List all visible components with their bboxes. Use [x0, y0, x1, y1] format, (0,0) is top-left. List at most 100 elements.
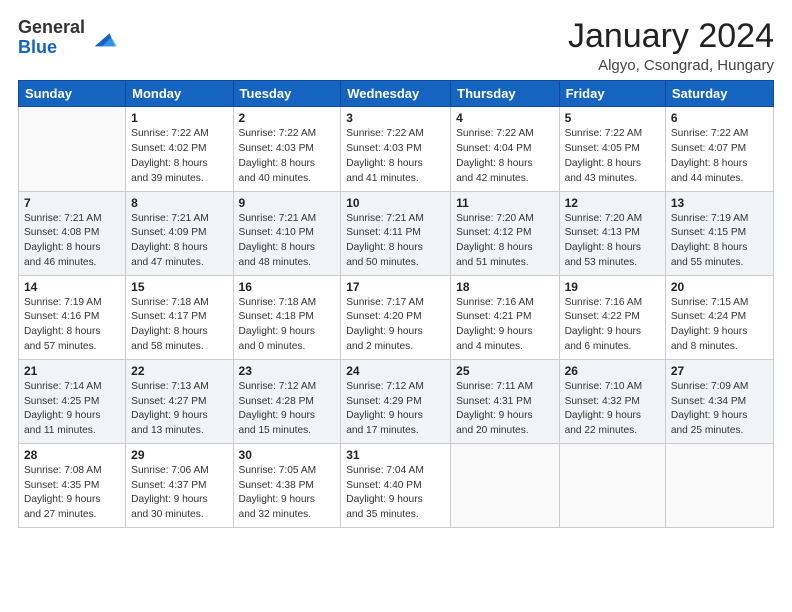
calendar-cell-w3-d2: 16Sunrise: 7:18 AMSunset: 4:18 PMDayligh… — [233, 275, 341, 359]
day-info: Sunrise: 7:16 AMSunset: 4:21 PMDaylight:… — [456, 296, 553, 355]
day-info: Sunrise: 7:21 AMSunset: 4:09 PMDaylight:… — [131, 212, 227, 271]
calendar-cell-w5-d5 — [559, 443, 665, 527]
day-number: 4 — [456, 111, 553, 125]
day-info: Sunrise: 7:18 AMSunset: 4:18 PMDaylight:… — [239, 296, 336, 355]
logo: General Blue — [18, 18, 117, 58]
calendar-cell-w3-d6: 20Sunrise: 7:15 AMSunset: 4:24 PMDayligh… — [665, 275, 773, 359]
day-info: Sunrise: 7:21 AMSunset: 4:10 PMDaylight:… — [239, 212, 336, 271]
calendar-cell-w5-d4 — [451, 443, 559, 527]
calendar-cell-w2-d2: 9 Sunrise: 7:21 AMSunset: 4:10 PMDaylight… — [233, 191, 341, 275]
day-info: Sunrise: 7:22 AMSunset: 4:03 PMDaylight:… — [239, 127, 336, 186]
calendar-cell-w2-d6: 13 Sunrise: 7:19 AMSunset: 4:15 PMDayligh… — [665, 191, 773, 275]
day-info: Sunrise: 7:14 AMSunset: 4:25 PMDaylight:… — [24, 380, 120, 439]
calendar-cell-w1-d0 — [19, 107, 126, 191]
day-number: 25 — [456, 364, 553, 378]
calendar-cell-w2-d1: 8 Sunrise: 7:21 AMSunset: 4:09 PMDaylight… — [126, 191, 233, 275]
calendar-cell-w1-d4: 4 Sunrise: 7:22 AMSunset: 4:04 PMDaylight… — [451, 107, 559, 191]
calendar-cell-w4-d1: 22Sunrise: 7:13 AMSunset: 4:27 PMDayligh… — [126, 359, 233, 443]
calendar-cell-w1-d3: 3Sunrise: 7:22 AMSunset: 4:03 PMDaylight… — [341, 107, 451, 191]
day-number: 29 — [131, 448, 227, 462]
day-info: Sunrise: 7:22 AMSunset: 4:04 PMDaylight:… — [456, 127, 553, 186]
calendar-cell-w3-d5: 19Sunrise: 7:16 AMSunset: 4:22 PMDayligh… — [559, 275, 665, 359]
logo-icon — [89, 24, 117, 52]
day-info: Sunrise: 7:16 AMSunset: 4:22 PMDaylight:… — [565, 296, 660, 355]
calendar-cell-w5-d3: 31 Sunrise: 7:04 AMSunset: 4:40 PMDayligh… — [341, 443, 451, 527]
day-info: Sunrise: 7:12 AMSunset: 4:28 PMDaylight:… — [239, 380, 336, 439]
week-row-1: 1 Sunrise: 7:22 AMSunset: 4:02 PMDaylight… — [19, 107, 774, 191]
day-info: Sunrise: 7:10 AMSunset: 4:32 PMDaylight:… — [565, 380, 660, 439]
location-subtitle: Algyo, Csongrad, Hungary — [568, 57, 774, 74]
day-number: 26 — [565, 364, 660, 378]
calendar-cell-w4-d2: 23 Sunrise: 7:12 AMSunset: 4:28 PMDayligh… — [233, 359, 341, 443]
header-thursday: Thursday — [451, 81, 559, 107]
day-number: 1 — [131, 111, 227, 125]
day-number: 22 — [131, 364, 227, 378]
calendar-cell-w3-d0: 14Sunrise: 7:19 AMSunset: 4:16 PMDayligh… — [19, 275, 126, 359]
day-info: Sunrise: 7:22 AMSunset: 4:07 PMDaylight:… — [671, 127, 768, 186]
day-number: 7 — [24, 196, 120, 210]
day-info: Sunrise: 7:17 AMSunset: 4:20 PMDaylight:… — [346, 296, 445, 355]
calendar-cell-w2-d3: 10Sunrise: 7:21 AMSunset: 4:11 PMDayligh… — [341, 191, 451, 275]
day-info: Sunrise: 7:20 AMSunset: 4:13 PMDaylight:… — [565, 212, 660, 271]
day-number: 24 — [346, 364, 445, 378]
calendar-cell-w1-d6: 6 Sunrise: 7:22 AMSunset: 4:07 PMDaylight… — [665, 107, 773, 191]
header-wednesday: Wednesday — [341, 81, 451, 107]
calendar-cell-w3-d4: 18 Sunrise: 7:16 AMSunset: 4:21 PMDayligh… — [451, 275, 559, 359]
day-info: Sunrise: 7:22 AMSunset: 4:05 PMDaylight:… — [565, 127, 660, 186]
day-info: Sunrise: 7:20 AMSunset: 4:12 PMDaylight:… — [456, 212, 553, 271]
day-info: Sunrise: 7:09 AMSunset: 4:34 PMDaylight:… — [671, 380, 768, 439]
day-number: 27 — [671, 364, 768, 378]
day-number: 8 — [131, 196, 227, 210]
week-row-2: 7Sunrise: 7:21 AMSunset: 4:08 PMDaylight… — [19, 191, 774, 275]
day-number: 2 — [239, 111, 336, 125]
calendar-cell-w3-d1: 15Sunrise: 7:18 AMSunset: 4:17 PMDayligh… — [126, 275, 233, 359]
day-info: Sunrise: 7:18 AMSunset: 4:17 PMDaylight:… — [131, 296, 227, 355]
day-info: Sunrise: 7:22 AMSunset: 4:02 PMDaylight:… — [131, 127, 227, 186]
calendar-cell-w4-d5: 26 Sunrise: 7:10 AMSunset: 4:32 PMDayligh… — [559, 359, 665, 443]
calendar-cell-w1-d1: 1 Sunrise: 7:22 AMSunset: 4:02 PMDaylight… — [126, 107, 233, 191]
header-tuesday: Tuesday — [233, 81, 341, 107]
week-row-3: 14Sunrise: 7:19 AMSunset: 4:16 PMDayligh… — [19, 275, 774, 359]
day-number: 31 — [346, 448, 445, 462]
calendar-cell-w5-d2: 30 Sunrise: 7:05 AMSunset: 4:38 PMDayligh… — [233, 443, 341, 527]
weekday-header-row: Sunday Monday Tuesday Wednesday Thursday… — [19, 81, 774, 107]
header-friday: Friday — [559, 81, 665, 107]
day-number: 17 — [346, 280, 445, 294]
calendar-cell-w5-d1: 29 Sunrise: 7:06 AMSunset: 4:37 PMDayligh… — [126, 443, 233, 527]
calendar-cell-w3-d3: 17 Sunrise: 7:17 AMSunset: 4:20 PMDayligh… — [341, 275, 451, 359]
calendar-cell-w4-d3: 24 Sunrise: 7:12 AMSunset: 4:29 PMDayligh… — [341, 359, 451, 443]
day-number: 23 — [239, 364, 336, 378]
calendar-cell-w2-d4: 11 Sunrise: 7:20 AMSunset: 4:12 PMDayligh… — [451, 191, 559, 275]
calendar-cell-w4-d4: 25 Sunrise: 7:11 AMSunset: 4:31 PMDayligh… — [451, 359, 559, 443]
page: General Blue January 2024 Algyo, Csongra… — [0, 0, 792, 612]
day-number: 13 — [671, 196, 768, 210]
day-info: Sunrise: 7:05 AMSunset: 4:38 PMDaylight:… — [239, 464, 336, 523]
day-info: Sunrise: 7:08 AMSunset: 4:35 PMDaylight:… — [24, 464, 120, 523]
header-monday: Monday — [126, 81, 233, 107]
calendar-cell-w1-d5: 5Sunrise: 7:22 AMSunset: 4:05 PMDaylight… — [559, 107, 665, 191]
day-info: Sunrise: 7:15 AMSunset: 4:24 PMDaylight:… — [671, 296, 768, 355]
calendar-cell-w2-d5: 12 Sunrise: 7:20 AMSunset: 4:13 PMDayligh… — [559, 191, 665, 275]
calendar-cell-w1-d2: 2 Sunrise: 7:22 AMSunset: 4:03 PMDaylight… — [233, 107, 341, 191]
day-info: Sunrise: 7:06 AMSunset: 4:37 PMDaylight:… — [131, 464, 227, 523]
month-year-title: January 2024 — [568, 18, 774, 55]
calendar-cell-w5-d0: 28 Sunrise: 7:08 AMSunset: 4:35 PMDayligh… — [19, 443, 126, 527]
day-info: Sunrise: 7:04 AMSunset: 4:40 PMDaylight:… — [346, 464, 445, 523]
day-number: 28 — [24, 448, 120, 462]
logo-blue: Blue — [18, 38, 85, 58]
day-number: 9 — [239, 196, 336, 210]
day-info: Sunrise: 7:12 AMSunset: 4:29 PMDaylight:… — [346, 380, 445, 439]
day-number: 11 — [456, 196, 553, 210]
day-number: 12 — [565, 196, 660, 210]
day-number: 3 — [346, 111, 445, 125]
day-number: 6 — [671, 111, 768, 125]
calendar-cell-w2-d0: 7Sunrise: 7:21 AMSunset: 4:08 PMDaylight… — [19, 191, 126, 275]
week-row-4: 21Sunrise: 7:14 AMSunset: 4:25 PMDayligh… — [19, 359, 774, 443]
day-info: Sunrise: 7:11 AMSunset: 4:31 PMDaylight:… — [456, 380, 553, 439]
header-saturday: Saturday — [665, 81, 773, 107]
day-number: 18 — [456, 280, 553, 294]
day-info: Sunrise: 7:19 AMSunset: 4:15 PMDaylight:… — [671, 212, 768, 271]
day-number: 30 — [239, 448, 336, 462]
logo-general: General — [18, 18, 85, 38]
calendar-cell-w5-d6 — [665, 443, 773, 527]
